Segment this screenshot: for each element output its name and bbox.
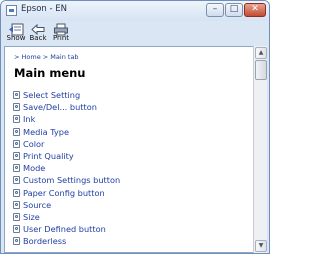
menu-link[interactable]: Media Type <box>23 127 69 137</box>
help-topic-icon <box>13 188 20 197</box>
menu-link[interactable]: Select Setting <box>23 90 80 100</box>
breadcrumb-home-link[interactable]: > Home <box>14 53 41 61</box>
help-topic-icon <box>13 152 20 161</box>
breadcrumb: > Home > Main tab <box>14 53 79 61</box>
help-topic-icon <box>13 200 20 209</box>
list-item[interactable]: Select Setting <box>13 89 120 101</box>
back-button[interactable]: Back <box>27 21 49 45</box>
printer-icon <box>50 21 72 36</box>
toolbar: Show Back Print <box>5 21 267 45</box>
vertical-scrollbar[interactable]: ▲ ▼ <box>253 46 267 253</box>
help-topic-icon <box>13 225 20 234</box>
help-topic-icon <box>13 237 20 246</box>
help-topic-icon <box>13 127 20 136</box>
menu-link[interactable]: Print Quality <box>23 151 74 161</box>
help-window: Epson - EN – □ ✕ Show Back Print > Home … <box>0 0 270 254</box>
menu-link[interactable]: Source <box>23 200 51 210</box>
menu-link[interactable]: Borderless <box>23 236 66 246</box>
help-topic-icon <box>13 91 20 100</box>
list-item[interactable]: Mode <box>13 162 120 174</box>
help-topic-icon <box>13 103 20 112</box>
maximize-button[interactable]: □ <box>225 3 243 17</box>
scrollbar-thumb[interactable] <box>255 60 267 80</box>
app-icon <box>6 5 17 16</box>
scroll-up-button[interactable]: ▲ <box>255 47 267 59</box>
list-item[interactable]: Source <box>13 199 120 211</box>
page-title: Main menu <box>14 66 86 80</box>
title-bar[interactable]: Epson - EN – □ ✕ <box>1 1 269 21</box>
help-topic-icon <box>13 176 20 185</box>
menu-list: Select Setting Save/Del... button Ink Me… <box>13 89 120 247</box>
minimize-button[interactable]: – <box>206 3 224 17</box>
list-item[interactable]: Media Type <box>13 126 120 138</box>
menu-link[interactable]: Color <box>23 139 44 149</box>
menu-link[interactable]: Paper Config button <box>23 188 105 198</box>
help-topic-icon <box>13 139 20 148</box>
menu-link[interactable]: User Defined button <box>23 224 106 234</box>
print-button[interactable]: Print <box>50 21 72 45</box>
menu-link[interactable]: Save/Del... button <box>23 102 97 112</box>
back-arrow-icon <box>27 21 49 36</box>
close-button[interactable]: ✕ <box>244 3 266 17</box>
help-topic-icon <box>13 212 20 221</box>
list-item[interactable]: Custom Settings button <box>13 174 120 186</box>
help-topic-icon <box>13 164 20 173</box>
list-item[interactable]: Borderless <box>13 235 120 247</box>
list-item[interactable]: Print Quality <box>13 150 120 162</box>
help-topic-icon <box>13 115 20 124</box>
list-item[interactable]: Save/Del... button <box>13 101 120 113</box>
menu-link[interactable]: Size <box>23 212 40 222</box>
menu-link[interactable]: Mode <box>23 163 45 173</box>
show-button[interactable]: Show <box>5 21 27 45</box>
list-item[interactable]: Paper Config button <box>13 187 120 199</box>
show-icon <box>5 21 27 36</box>
list-item[interactable]: Size <box>13 211 120 223</box>
breadcrumb-current-link[interactable]: > Main tab <box>43 53 79 61</box>
menu-link[interactable]: Ink <box>23 114 35 124</box>
list-item[interactable]: User Defined button <box>13 223 120 235</box>
list-item[interactable]: Ink <box>13 113 120 125</box>
scroll-down-button[interactable]: ▼ <box>255 240 267 252</box>
list-item[interactable]: Color <box>13 138 120 150</box>
help-content-pane: > Home > Main tab Main menu Select Setti… <box>4 46 254 253</box>
menu-link[interactable]: Custom Settings button <box>23 175 120 185</box>
window-title: Epson - EN <box>21 4 67 14</box>
